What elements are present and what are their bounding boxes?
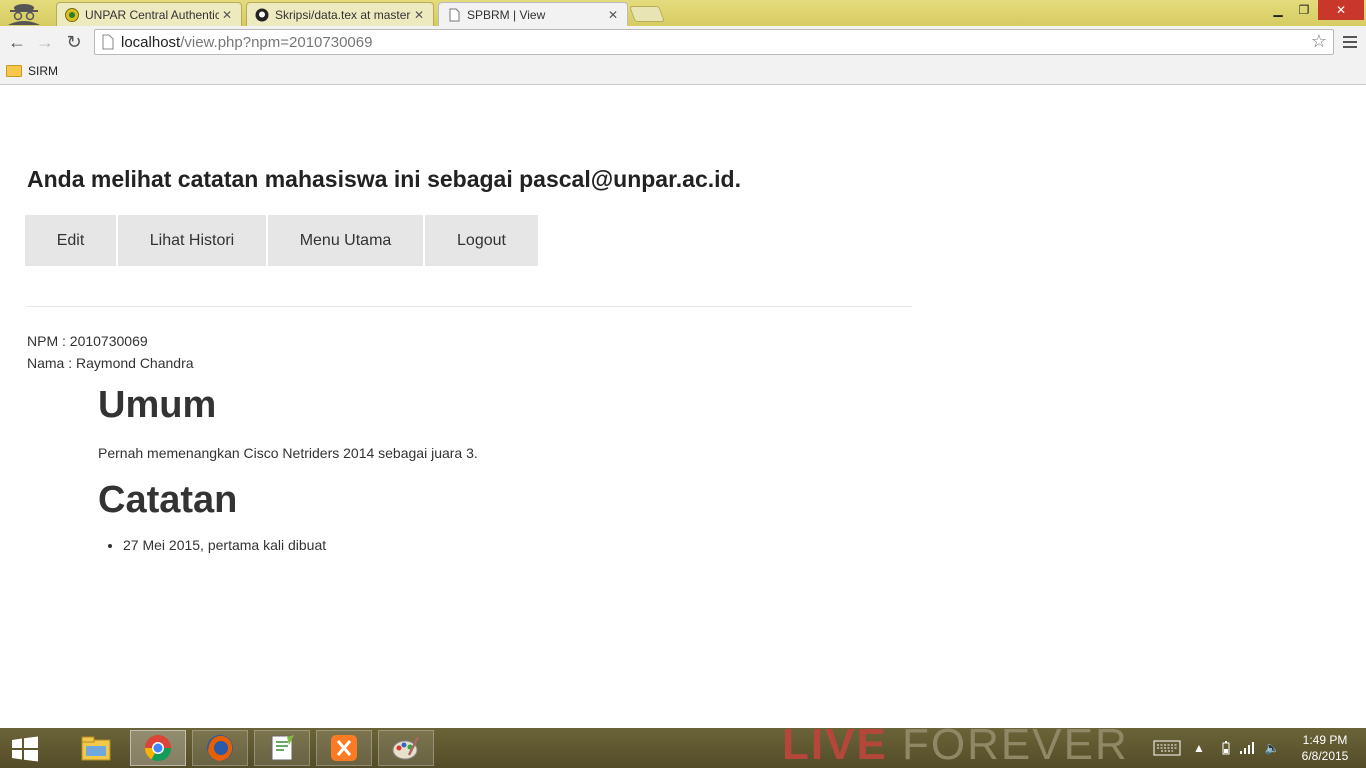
forward-arrow-icon[interactable]: → [33,30,57,54]
history-button[interactable]: Lihat Histori [118,215,266,266]
name-line: Nama : Raymond Chandra [27,355,194,371]
action-buttons: Edit Lihat Histori Menu Utama Logout [25,215,540,266]
address-bar[interactable]: localhost/view.php?npm=2010730069 ☆ [94,29,1334,55]
folder-icon [6,65,22,77]
show-hidden-icons-icon[interactable]: ▲ [1192,728,1206,768]
logout-button[interactable]: Logout [425,215,538,266]
url-host: localhost [121,33,181,51]
firefox-icon[interactable] [192,730,248,766]
chrome-icon[interactable] [130,730,186,766]
keyboard-icon[interactable] [1150,728,1184,768]
close-tab-icon[interactable]: ✕ [219,8,235,22]
browser-toolbar: ← → ↻ localhost/view.php?npm=2010730069 … [0,26,1366,58]
paint-icon[interactable] [378,730,434,766]
tab-title: UNPAR Central Authenticatio [85,7,219,22]
clock-time: 1:49 PM [1302,733,1348,747]
page-favicon-icon [449,8,460,22]
page-content: Anda melihat catatan mahasiswa ini sebag… [0,86,1366,728]
chrome-menu-icon[interactable] [1340,30,1360,54]
list-item: 27 Mei 2015, pertama kali dibuat [123,537,326,553]
github-favicon-icon [255,8,269,21]
file-explorer-icon[interactable] [68,730,124,766]
divider [27,306,912,307]
back-arrow-icon[interactable]: ← [5,30,29,54]
bookmark-sirm[interactable]: SIRM [28,64,58,78]
close-tab-icon[interactable]: ✕ [605,8,621,22]
bookmarks-bar: SIRM [0,58,1366,85]
url-path: /view.php?npm=2010730069 [180,33,373,51]
clock-date: 6/8/2015 [1301,749,1349,763]
reload-icon[interactable]: ↻ [62,30,86,54]
taskbar: LIVE FOREVER ▲ 🔈 1:49 PM 6/8/2015 [0,728,1366,768]
notepad-plus-plus-icon[interactable] [254,730,310,766]
minimize-icon[interactable]: ▁ [1266,0,1290,20]
tab-title: SPBRM | View [467,8,546,22]
catatan-heading: Catatan [98,479,238,521]
close-window-icon[interactable]: ✕ [1318,0,1364,20]
unpar-favicon-icon [65,7,79,22]
main-menu-button[interactable]: Menu Utama [268,215,423,266]
catatan-list: 27 Mei 2015, pertama kali dibuat [123,537,326,553]
system-clock[interactable]: 1:49 PM 6/8/2015 [1290,732,1360,764]
umum-text: Pernah memenangkan Cisco Netriders 2014 … [98,445,478,461]
tab-strip: UNPAR Central Authenticatio ✕ Skripsi/da… [0,0,1366,27]
battery-icon[interactable] [1218,728,1234,768]
xampp-icon[interactable] [316,730,372,766]
tab-unpar-cas[interactable]: UNPAR Central Authenticatio ✕ [56,2,242,26]
bookmark-star-icon[interactable]: ☆ [1311,31,1327,52]
student-info: NPM : 2010730069 Nama : Raymond Chandra [27,330,194,374]
page-heading: Anda melihat catatan mahasiswa ini sebag… [27,166,741,192]
windows-start-icon[interactable] [10,736,40,762]
close-tab-icon[interactable]: ✕ [411,8,427,22]
volume-icon[interactable]: 🔈 [1262,728,1282,768]
restore-icon[interactable]: ❐ [1292,0,1316,20]
tab-title: Skripsi/data.tex at master [275,7,411,22]
network-signal-icon[interactable] [1238,728,1256,768]
tab-github[interactable]: Skripsi/data.tex at master ✕ [246,2,434,26]
incognito-icon [8,4,40,25]
npm-line: NPM : 2010730069 [27,333,148,349]
wallpaper-text: LIVE FOREVER [782,728,1129,768]
new-tab-button[interactable] [629,6,665,22]
page-icon [102,34,114,50]
tab-spbrm-view[interactable]: SPBRM | View ✕ [438,2,628,27]
edit-button[interactable]: Edit [25,215,116,266]
umum-heading: Umum [98,384,217,426]
